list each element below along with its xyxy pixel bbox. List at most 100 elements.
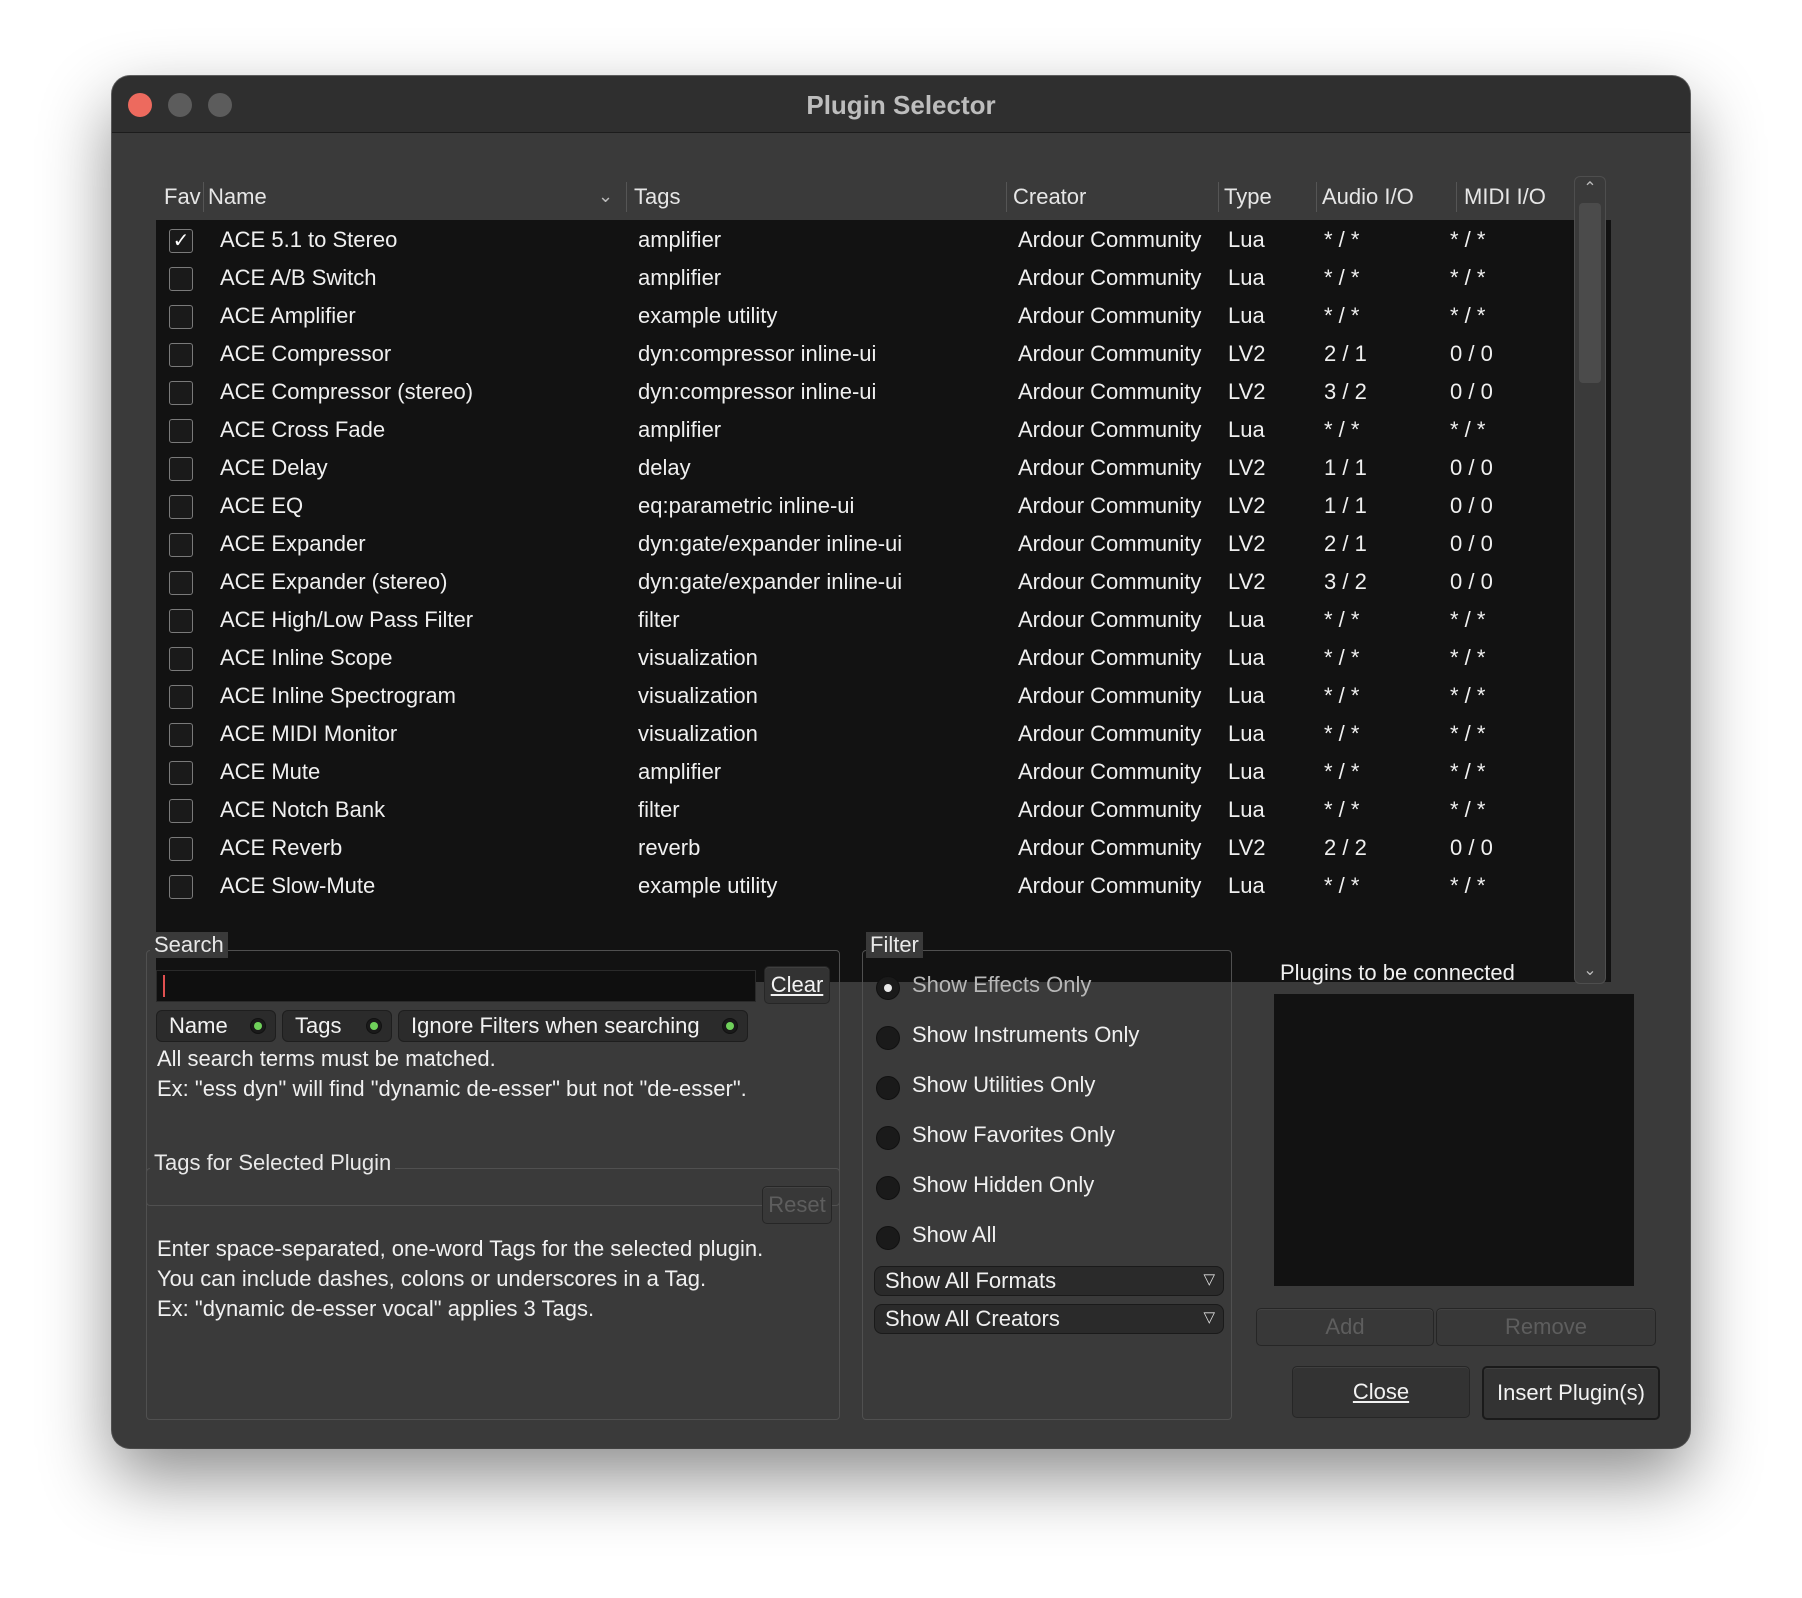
type-cell: Lua — [1228, 873, 1265, 898]
column-header-name[interactable]: Name — [208, 184, 267, 210]
add-plugin-button[interactable]: Add — [1256, 1308, 1434, 1346]
midi-io-cell: * / * — [1450, 607, 1486, 632]
favorite-checkbox[interactable] — [169, 381, 193, 405]
filter-radio-button[interactable] — [876, 1126, 900, 1150]
creator-cell: Ardour Community — [1018, 341, 1202, 366]
favorite-checkbox[interactable] — [169, 647, 193, 671]
search-input[interactable] — [156, 970, 756, 1002]
favorite-checkbox[interactable] — [169, 495, 193, 519]
search-tags-toggle[interactable]: Tags — [282, 1010, 392, 1042]
favorite-checkbox[interactable] — [169, 457, 193, 481]
filter-option-label[interactable]: Show Effects Only — [912, 972, 1091, 998]
table-row[interactable]: ACE A/B Switch amplifier Ardour Community L… — [156, 260, 1611, 298]
reset-tags-button[interactable]: Reset — [762, 1186, 832, 1224]
column-header-tags[interactable]: Tags — [634, 184, 680, 210]
filter-radio-button[interactable] — [876, 1176, 900, 1200]
scroll-up-arrow-icon[interactable]: ⌃ — [1575, 177, 1605, 201]
audio-io-cell: * / * — [1324, 797, 1360, 822]
table-header: Fav Name ⌄ Tags Creator Type Audio I/O M… — [156, 176, 1611, 218]
plugins-to-connect-list[interactable] — [1274, 994, 1634, 1286]
filter-option-label[interactable]: Show All — [912, 1222, 996, 1248]
tags-cell: dyn:compressor inline-ui — [638, 341, 877, 366]
type-cell: Lua — [1228, 227, 1265, 252]
favorite-checkbox[interactable]: ✓ — [169, 229, 193, 253]
filter-radio-button[interactable] — [876, 1026, 900, 1050]
creator-cell: Ardour Community — [1018, 303, 1202, 328]
favorite-checkbox[interactable] — [169, 533, 193, 557]
insert-plugins-button[interactable]: Insert Plugin(s) — [1482, 1366, 1660, 1420]
type-cell: Lua — [1228, 607, 1265, 632]
table-row[interactable]: ACE Amplifier example utility Ardour Commu… — [156, 298, 1611, 336]
toggle-label: Name — [169, 1013, 228, 1038]
filter-radio-button[interactable] — [876, 1226, 900, 1250]
table-row[interactable]: ACE Expander dyn:gate/expander inline-ui A… — [156, 526, 1611, 564]
table-row[interactable]: ACE EQ eq:parametric inline-ui Ardour Comm… — [156, 488, 1611, 526]
table-row[interactable]: ACE Compressor dyn:compressor inline-ui Ar… — [156, 336, 1611, 374]
creator-cell: Ardour Community — [1018, 797, 1202, 822]
table-row[interactable]: ACE Reverb reverb Ardour Community LV2 2 / 2… — [156, 830, 1611, 868]
column-header-fav[interactable]: Fav — [164, 184, 201, 210]
close-button-label: Close — [1352, 1379, 1410, 1404]
sort-descending-icon[interactable]: ⌄ — [598, 186, 613, 207]
filter-option-label[interactable]: Show Favorites Only — [912, 1122, 1115, 1148]
column-divider — [203, 182, 204, 212]
table-row[interactable]: ACE Cross Fade amplifier Ardour Community L… — [156, 412, 1611, 450]
filter-option-label[interactable]: Show Hidden Only — [912, 1172, 1094, 1198]
table-row[interactable]: ACE Mute amplifier Ardour Community Lua * / … — [156, 754, 1611, 792]
ignore-filters-toggle[interactable]: Ignore Filters when searching — [398, 1010, 748, 1042]
favorite-checkbox[interactable] — [169, 419, 193, 443]
tags-help-line-1: Enter space-separated, one-word Tags for… — [157, 1236, 764, 1261]
midi-io-cell: * / * — [1450, 265, 1486, 290]
filter-radio-button[interactable] — [876, 976, 900, 1000]
table-row[interactable]: ACE Inline Spectrogram visualization Ardou… — [156, 678, 1611, 716]
favorite-checkbox[interactable] — [169, 685, 193, 709]
table-row[interactable]: ACE Notch Bank filter Ardour Community Lua *… — [156, 792, 1611, 830]
close-button[interactable]: Close — [1292, 1366, 1470, 1418]
favorite-checkbox[interactable] — [169, 343, 193, 367]
favorite-checkbox[interactable] — [169, 761, 193, 785]
column-header-audio-io[interactable]: Audio I/O — [1322, 184, 1414, 210]
favorite-checkbox[interactable] — [169, 799, 193, 823]
favorite-checkbox[interactable] — [169, 609, 193, 633]
table-row[interactable]: ACE Compressor (stereo) dyn:compressor in… — [156, 374, 1611, 412]
tags-cell: eq:parametric inline-ui — [638, 493, 855, 518]
tags-cell: visualization — [638, 683, 758, 708]
scroll-down-arrow-icon[interactable]: ⌄ — [1575, 959, 1605, 983]
column-header-creator[interactable]: Creator — [1013, 184, 1086, 210]
creators-dropdown[interactable]: Show All Creators ▽ — [874, 1304, 1224, 1334]
table-row[interactable]: ACE High/Low Pass Filter filter Ardour Com… — [156, 602, 1611, 640]
table-scrollbar[interactable]: ⌃ ⌄ — [1574, 176, 1606, 984]
search-name-toggle[interactable]: Name — [156, 1010, 276, 1042]
audio-io-cell: * / * — [1324, 227, 1360, 252]
table-row[interactable]: ACE MIDI Monitor visualization Ardour Comm… — [156, 716, 1611, 754]
type-cell: Lua — [1228, 683, 1265, 708]
table-row[interactable]: ACE Expander (stereo) dyn:gate/expander i… — [156, 564, 1611, 602]
favorite-checkbox[interactable] — [169, 267, 193, 291]
favorite-checkbox[interactable] — [169, 875, 193, 899]
favorite-checkbox[interactable] — [169, 837, 193, 861]
tags-cell: amplifier — [638, 265, 722, 290]
creator-cell: Ardour Community — [1018, 721, 1202, 746]
plugin-name-cell: ACE Inline Scope — [220, 645, 393, 670]
column-header-type[interactable]: Type — [1224, 184, 1272, 210]
filter-option-label[interactable]: Show Instruments Only — [912, 1022, 1139, 1048]
audio-io-cell: 2 / 1 — [1324, 341, 1367, 366]
remove-plugin-button[interactable]: Remove — [1436, 1308, 1656, 1346]
audio-io-cell: 2 / 2 — [1324, 835, 1367, 860]
text-caret — [163, 975, 165, 997]
table-row[interactable]: ACE Delay delay Ardour Community LV2 1 / 1 0 … — [156, 450, 1611, 488]
clear-search-button[interactable]: Clear — [764, 966, 830, 1004]
favorite-checkbox[interactable] — [169, 723, 193, 747]
filter-option-label[interactable]: Show Utilities Only — [912, 1072, 1095, 1098]
table-row[interactable]: ✓ ACE 5.1 to Stereo amplifier Ardour Commun… — [156, 222, 1611, 260]
favorite-checkbox[interactable] — [169, 305, 193, 329]
scroll-thumb[interactable] — [1579, 203, 1601, 383]
formats-dropdown[interactable]: Show All Formats ▽ — [874, 1266, 1224, 1296]
table-row[interactable]: ACE Slow-Mute example utility Ardour Commu… — [156, 868, 1611, 906]
plugin-name-cell: ACE Reverb — [220, 835, 343, 860]
favorite-checkbox[interactable] — [169, 571, 193, 595]
column-divider — [1006, 182, 1007, 212]
column-header-midi-io[interactable]: MIDI I/O — [1464, 184, 1546, 210]
filter-radio-button[interactable] — [876, 1076, 900, 1100]
table-row[interactable]: ACE Inline Scope visualization Ardour Comm… — [156, 640, 1611, 678]
